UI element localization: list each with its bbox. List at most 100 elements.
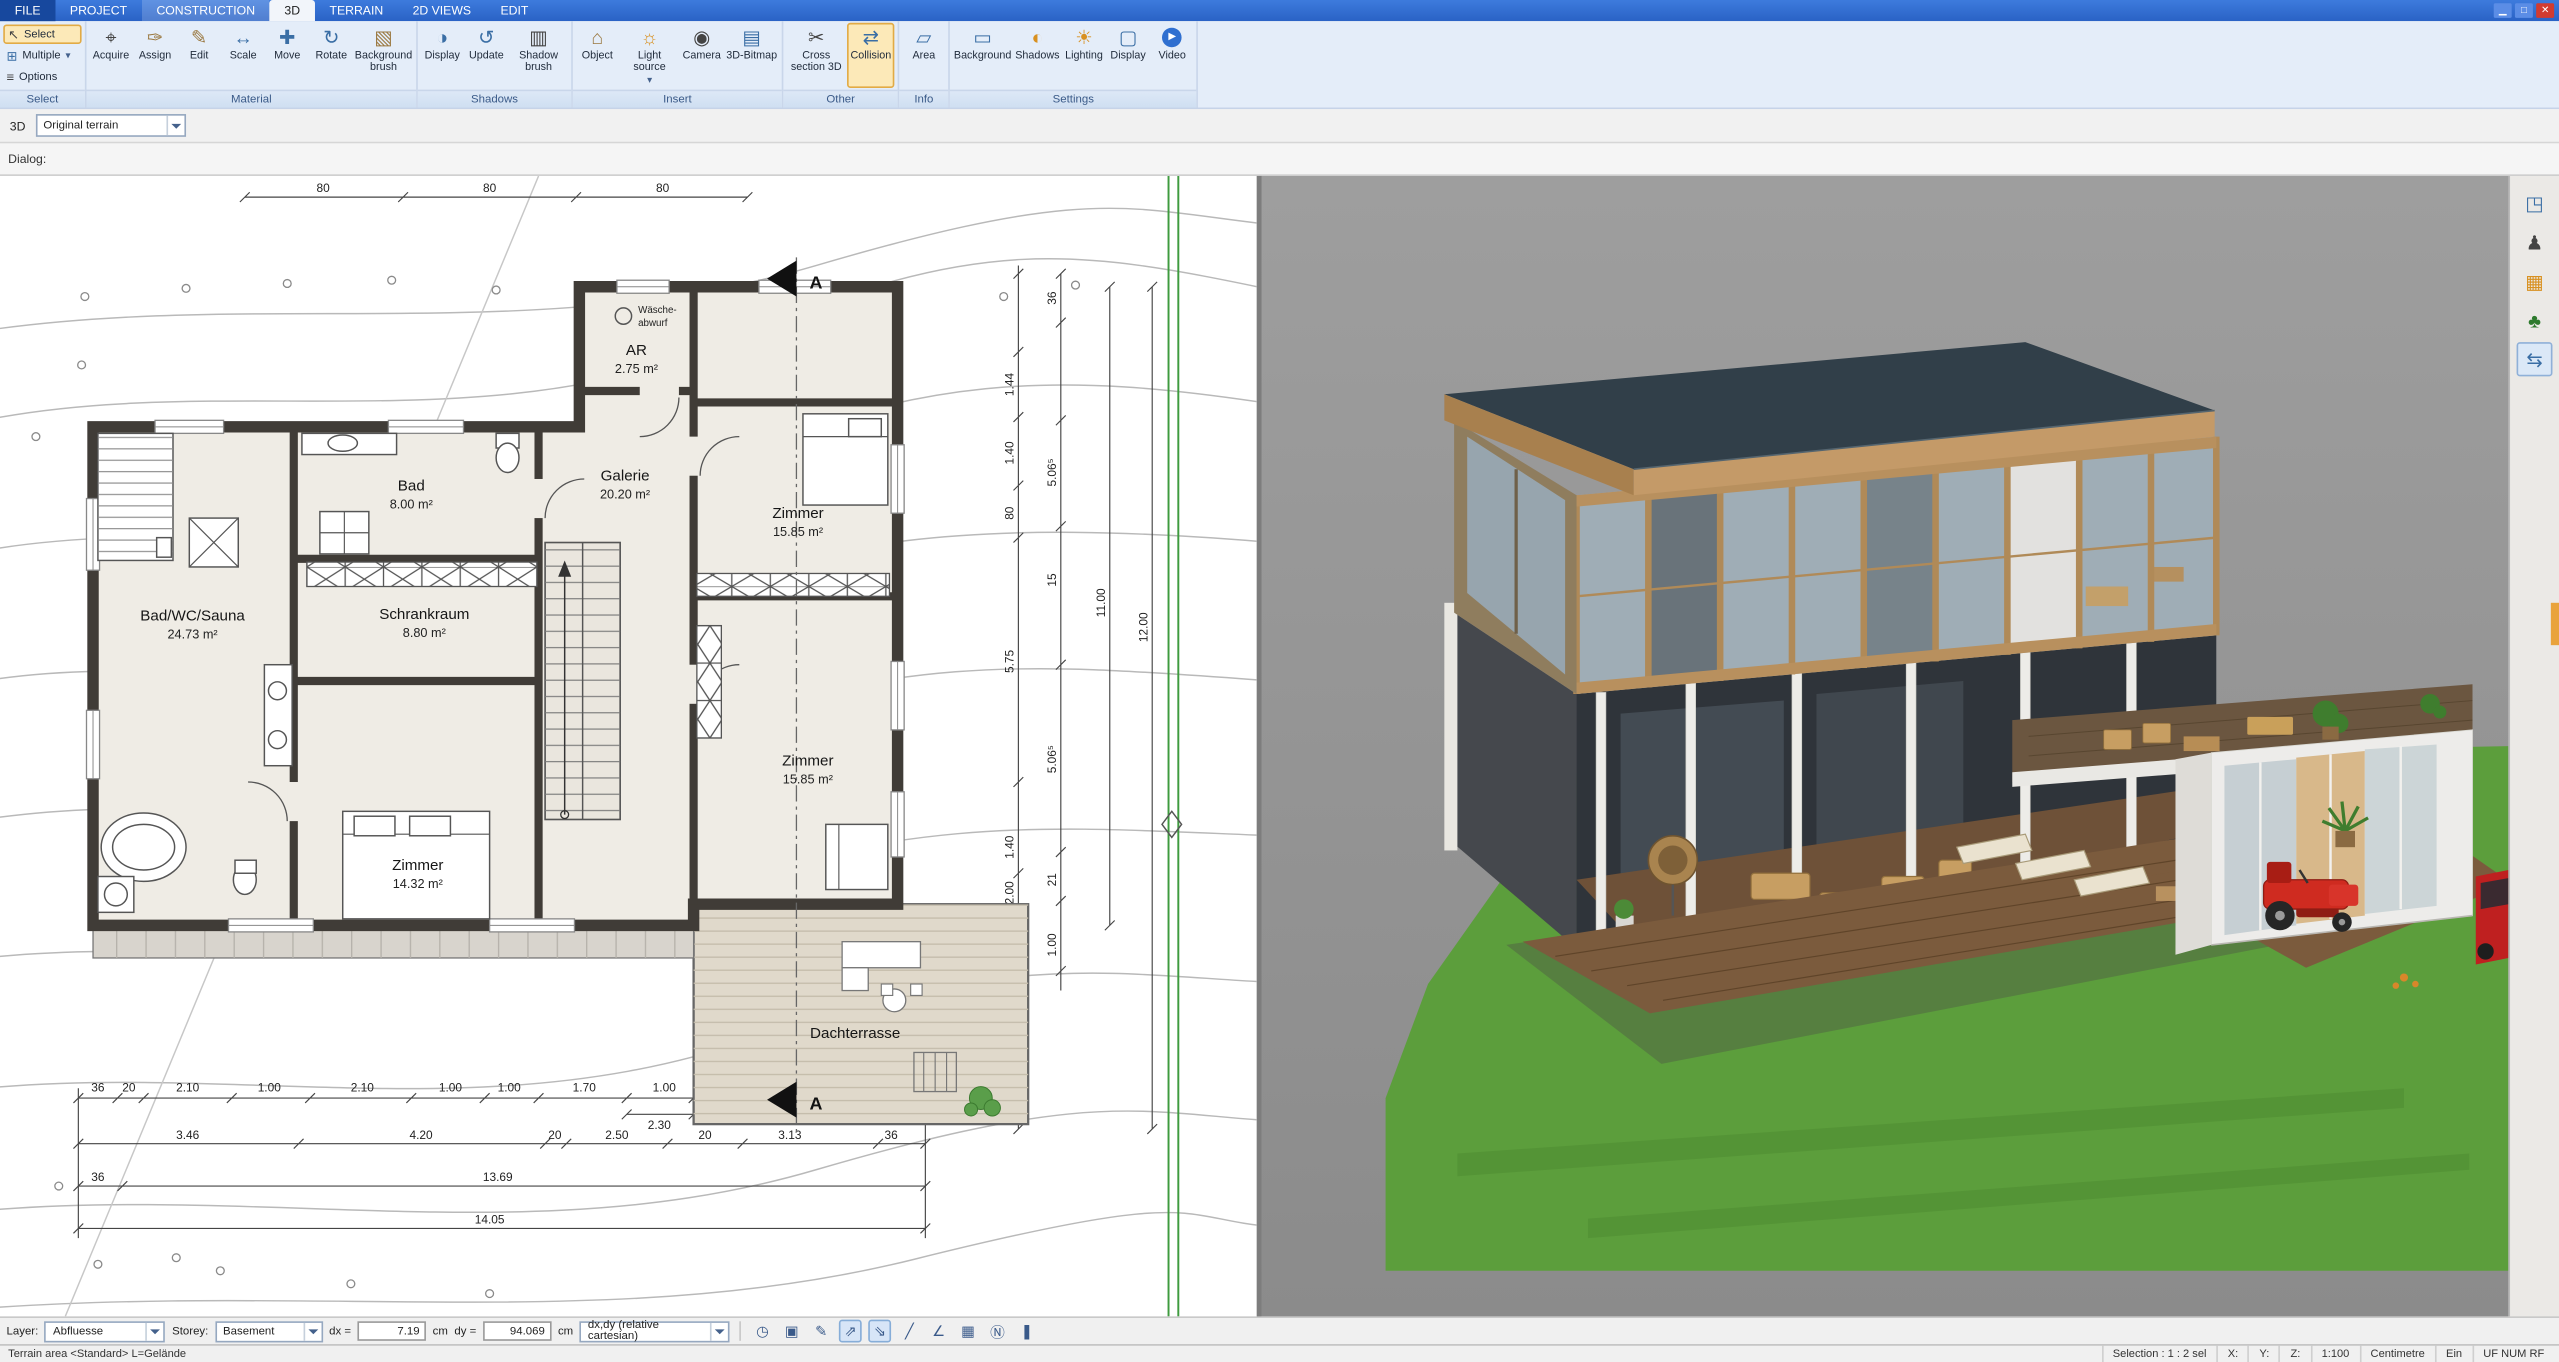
scale-button[interactable]: ↔Scale: [222, 23, 264, 88]
room-label-ar[interactable]: AR: [626, 342, 647, 359]
plan-pane[interactable]: 80 80 80 36 1.44 1.40 80 5.06⁵ 15 11.00 …: [0, 176, 1257, 1316]
camera-button[interactable]: ◉Camera: [681, 23, 723, 88]
background-brush-button[interactable]: ▧Background brush: [354, 23, 413, 88]
move-button[interactable]: ✚Move: [266, 23, 308, 88]
red-car[interactable]: [2476, 870, 2509, 964]
select-button[interactable]: ↖ Select: [3, 24, 81, 44]
unit-indicator[interactable]: Centimetre: [2359, 1346, 2434, 1362]
room-label-galerie[interactable]: Galerie: [601, 468, 650, 485]
bitmap-3d-button[interactable]: ▤3D-Bitmap: [725, 23, 779, 88]
maximize-icon[interactable]: □: [2515, 3, 2533, 18]
tab-project[interactable]: PROJECT: [55, 0, 142, 21]
building-walls[interactable]: [93, 287, 898, 926]
storey-select[interactable]: Basement: [215, 1320, 323, 1341]
plan-canvas[interactable]: 80 80 80 36 1.44 1.40 80 5.06⁵ 15 11.00 …: [0, 176, 1257, 1316]
background-setting-button[interactable]: ▭Background: [953, 23, 1012, 88]
cross-section-3d-button[interactable]: ✂Cross section 3D: [787, 23, 846, 88]
tab-construction[interactable]: CONSTRUCTION: [142, 0, 270, 21]
display-icon: ▣: [785, 1322, 799, 1340]
dx-input[interactable]: 7.19: [358, 1321, 427, 1341]
area-button[interactable]: ▱Area: [903, 23, 945, 88]
view-3d-canvas[interactable]: [1262, 176, 2509, 1316]
grid-button[interactable]: ▦: [957, 1320, 980, 1343]
scroll-thumb[interactable]: [2551, 603, 2559, 645]
button-label: Object: [582, 51, 613, 63]
pan-view-button[interactable]: ⇆: [2517, 342, 2553, 376]
room-area-zimmer1: 15.85 m²: [773, 524, 823, 539]
light-source-button[interactable]: ☼Light source▾: [620, 23, 679, 88]
layer-select[interactable]: Abfluesse: [45, 1320, 166, 1341]
collision-button[interactable]: ⇄Collision: [847, 23, 894, 88]
terrain-select[interactable]: Original terrain: [35, 114, 185, 137]
boundary-lines[interactable]: [1169, 176, 1179, 1316]
slope-button[interactable]: ╱: [898, 1320, 921, 1343]
dim: 3.13: [778, 1128, 802, 1142]
room-label-dachterrasse[interactable]: Dachterrasse: [810, 1025, 900, 1042]
tab-edit[interactable]: EDIT: [486, 0, 543, 21]
view-mode-label[interactable]: 3D: [10, 118, 26, 133]
vegetation-button[interactable]: ♣: [2517, 303, 2553, 337]
video-button[interactable]: ▶Video: [1151, 23, 1193, 88]
view-cube-button[interactable]: ◳: [2517, 186, 2553, 220]
snap-up-button[interactable]: ⇗: [839, 1320, 862, 1343]
walkthrough-button[interactable]: ♟: [2517, 225, 2553, 259]
shadows-setting-button[interactable]: ◐Shadows: [1014, 23, 1062, 88]
shadow-brush-button[interactable]: ▥Shadow brush: [509, 23, 568, 88]
shadow-display-button[interactable]: ◑Display: [421, 23, 463, 88]
shadow-update-button[interactable]: ↺Update: [465, 23, 507, 88]
scale-indicator[interactable]: 1:100: [2310, 1346, 2359, 1362]
materials-button[interactable]: ▦: [2517, 264, 2553, 298]
acquire-button[interactable]: ⌖Acquire: [90, 23, 132, 88]
dim: 15: [1045, 573, 1059, 587]
snap-down-button[interactable]: ⇘: [869, 1320, 892, 1343]
rotate-button[interactable]: ↻Rotate: [310, 23, 352, 88]
object-button[interactable]: ⌂Object: [576, 23, 618, 88]
angle-button[interactable]: ∠: [927, 1320, 950, 1343]
edit-button[interactable]: ✎Edit: [178, 23, 220, 88]
toolbar-handle[interactable]: ❚: [1015, 1320, 1038, 1343]
button-label: Display: [425, 51, 460, 63]
tab-2d-views[interactable]: 2D VIEWS: [398, 0, 486, 21]
north-button[interactable]: Ⓝ: [986, 1320, 1009, 1343]
view-3d-pane[interactable]: [1262, 176, 2509, 1316]
tab-3d[interactable]: 3D: [270, 0, 315, 21]
stairs[interactable]: [545, 543, 620, 820]
history-button[interactable]: ◷: [751, 1320, 774, 1343]
layer-label: Layer:: [7, 1325, 39, 1336]
lighting-setting-button[interactable]: ☀Lighting: [1063, 23, 1105, 88]
dim: 1.40: [1002, 835, 1016, 859]
coordinate-mode-select[interactable]: dx,dy (relative cartesian): [580, 1320, 730, 1341]
button-label: Cross section 3D: [789, 51, 844, 75]
dim: 2.30: [648, 1118, 672, 1132]
room-label-zimmer2[interactable]: Zimmer: [782, 753, 833, 770]
chevron-down-icon: ▾: [65, 50, 70, 61]
background-setting-icon: ▭: [973, 26, 992, 50]
options-button[interactable]: ≡ Options: [3, 67, 81, 87]
room-label-bad[interactable]: Bad: [398, 477, 425, 494]
room-label-schrankraum[interactable]: Schrankraum: [379, 606, 469, 623]
dx-label: dx =: [329, 1325, 351, 1336]
section-label-top: A: [809, 272, 822, 292]
dim: 80: [1002, 506, 1016, 520]
draw-settings-button[interactable]: ✎: [810, 1320, 833, 1343]
minimize-icon[interactable]: ▁: [2494, 3, 2512, 18]
room-label-zimmer3[interactable]: Zimmer: [392, 857, 443, 874]
assign-button[interactable]: ✑Assign: [134, 23, 176, 88]
right-wing[interactable]: [2175, 730, 2472, 955]
multiple-label: Multiple: [22, 50, 60, 61]
display-setting-icon: ▢: [1119, 26, 1138, 50]
room-label-zimmer1[interactable]: Zimmer: [772, 505, 823, 522]
room-label-badwc[interactable]: Bad/WC/Sauna: [140, 608, 245, 625]
display-options-button[interactable]: ▣: [780, 1320, 803, 1343]
select-cursor-icon: ↖: [8, 27, 19, 42]
display-setting-button[interactable]: ▢Display: [1107, 23, 1149, 88]
tab-terrain[interactable]: TERRAIN: [315, 0, 398, 21]
close-icon[interactable]: ✕: [2536, 3, 2554, 18]
dim: 11.00: [1094, 588, 1108, 617]
clock-icon: ◷: [756, 1322, 769, 1340]
roof-terrace[interactable]: [694, 904, 1029, 1124]
multiple-button[interactable]: ⊞ Multiple ▾: [3, 46, 81, 66]
tab-file[interactable]: FILE: [0, 0, 55, 21]
options-label: Options: [19, 71, 57, 82]
dy-input[interactable]: 94.069: [483, 1321, 552, 1341]
